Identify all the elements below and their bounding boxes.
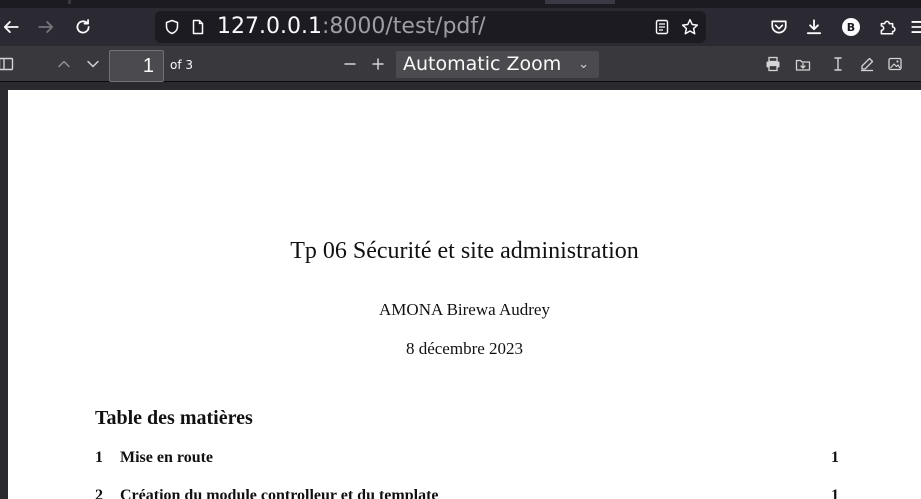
toc-entry-page: 1	[831, 487, 839, 499]
chevron-down-icon: ⌄	[578, 57, 589, 72]
url-bar[interactable]: 127.0.0.1:8000/test/pdf/	[155, 11, 706, 43]
back-button[interactable]	[0, 13, 25, 41]
reader-view-icon[interactable]	[653, 18, 671, 36]
pocket-icon	[771, 20, 787, 34]
extensions-button[interactable]	[873, 13, 901, 41]
zoom-in-button[interactable]	[366, 52, 390, 76]
toc-entry-number: 1	[95, 449, 103, 466]
download-icon	[806, 19, 822, 35]
avatar: B	[842, 18, 860, 36]
tab-separator	[68, 0, 71, 4]
account-button[interactable]: B	[837, 13, 865, 41]
pencil-icon	[861, 57, 874, 72]
hamburger-icon	[911, 21, 921, 33]
next-page-button[interactable]	[81, 52, 105, 76]
document-author: AMONA Birewa Audrey	[379, 300, 550, 319]
document-title: Tp 06 Sécurité et site administration	[290, 238, 639, 264]
avatar-initial: B	[846, 20, 856, 34]
pdf-page: Tp 06 Sécurité et site administration AM…	[8, 90, 921, 499]
menu-button[interactable]	[905, 13, 921, 41]
bookmark-star-icon[interactable]	[681, 18, 699, 36]
arrow-right-icon	[38, 21, 54, 33]
reload-button[interactable]	[69, 13, 97, 41]
minus-icon	[344, 63, 356, 65]
pdf-viewer[interactable]: Tp 06 Sécurité et site administration AM…	[0, 82, 921, 499]
sidebar-toggle-button[interactable]	[0, 52, 18, 76]
document-date: 8 décembre 2023	[405, 339, 524, 358]
downloads-button[interactable]	[800, 13, 828, 41]
sidebar-icon	[0, 57, 14, 71]
toc-entry-number: 2	[95, 487, 103, 499]
print-button[interactable]	[761, 52, 785, 76]
save-pdf-button[interactable]	[791, 52, 815, 76]
zoom-select[interactable]: Automatic Zoom ⌄	[396, 51, 599, 78]
navigation-bar: 127.0.0.1:8000/test/pdf/ B	[0, 8, 921, 46]
printer-icon	[766, 56, 780, 72]
pdf-toolbar: 1 of 3 Automatic Zoom ⌄	[0, 46, 921, 82]
toc-entry-label: Mise en route	[120, 449, 214, 466]
page-number-input[interactable]: 1	[109, 50, 164, 82]
chevron-down-icon	[87, 60, 99, 68]
previous-page-button[interactable]	[52, 52, 76, 76]
toc-heading: Table des matières	[95, 407, 253, 429]
puzzle-icon	[880, 20, 896, 35]
pocket-button[interactable]	[765, 13, 793, 41]
url-host: 127.0.0.1	[217, 14, 322, 39]
forward-button[interactable]	[32, 13, 60, 41]
chevron-up-icon	[58, 60, 70, 68]
toc-entry-page: 1	[831, 449, 839, 466]
draw-tool-button[interactable]	[855, 52, 879, 76]
page-count-label: of 3	[170, 58, 194, 72]
url-path: :8000/test/pdf/	[321, 14, 486, 39]
zoom-out-button[interactable]	[338, 52, 362, 76]
shield-icon[interactable]	[163, 18, 181, 36]
text-tool-button[interactable]	[826, 52, 850, 76]
active-tab-edge[interactable]	[545, 0, 615, 4]
toc-entry-label: Création du module controlleur et du tem…	[120, 487, 439, 499]
image-icon	[888, 57, 902, 71]
tab-strip	[0, 0, 921, 8]
reload-icon	[76, 19, 90, 34]
save-icon	[795, 59, 811, 71]
zoom-select-value: Automatic Zoom	[403, 53, 562, 75]
url-text[interactable]: 127.0.0.1:8000/test/pdf/	[217, 14, 486, 40]
plus-icon	[372, 58, 384, 70]
text-cursor-icon	[834, 57, 842, 71]
arrow-left-icon	[3, 21, 19, 33]
page-info-icon[interactable]	[189, 18, 207, 36]
image-tool-button[interactable]	[883, 52, 907, 76]
